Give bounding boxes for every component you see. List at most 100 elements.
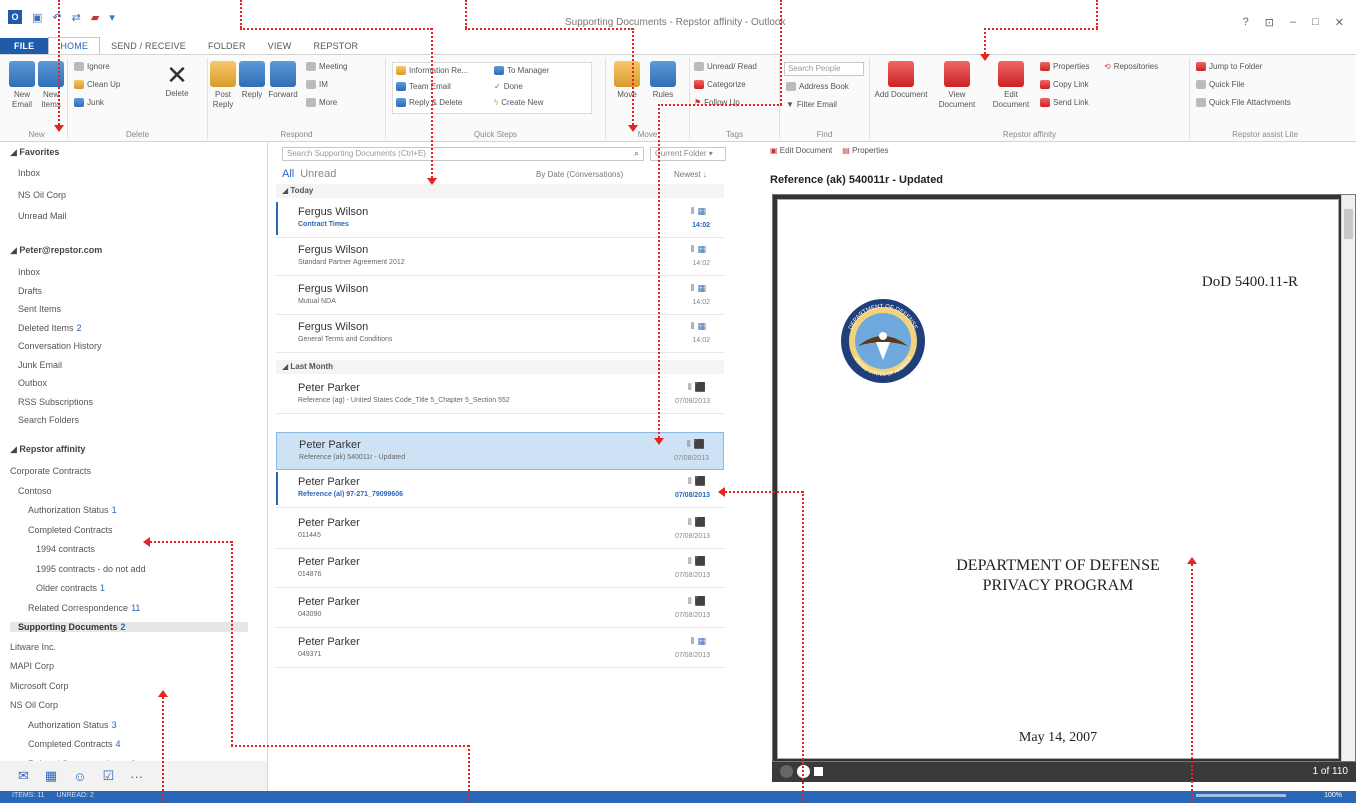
group-header-last-month[interactable]: ◢ Last Month bbox=[276, 360, 724, 374]
favorites-header[interactable]: ◢ Favorites bbox=[10, 147, 59, 158]
repstor-header[interactable]: ◢ Repstor affinity bbox=[10, 444, 85, 455]
folder-icon[interactable]: ▰ bbox=[91, 11, 99, 24]
search-input[interactable]: Search Supporting Documents (Ctrl+E) ⌕ bbox=[282, 147, 644, 161]
repstor-folder-item[interactable]: 1995 contracts - do not add bbox=[36, 564, 149, 574]
filter-all[interactable]: All bbox=[282, 168, 294, 180]
group-header-today[interactable]: ◢ Today bbox=[276, 184, 724, 198]
quick-step-reply-delete[interactable]: Reply & Delete bbox=[396, 98, 462, 107]
repstor-folder-item[interactable]: Supporting Documents 2 bbox=[10, 622, 248, 632]
message-item[interactable]: Fergus Wilson Mutual NDA 14:02 ⦀ ▦ bbox=[276, 277, 724, 315]
message-item[interactable]: Peter Parker 043090 07/08/2013 ⦀ ⬛ bbox=[276, 590, 724, 628]
quick-step-create-new[interactable]: ϟ Create New bbox=[494, 98, 543, 107]
account-folder-item[interactable]: RSS Subscriptions bbox=[18, 397, 96, 407]
favorite-ns-oil-corp[interactable]: NS Oil Corp bbox=[18, 190, 66, 200]
mail-icon[interactable]: ✉ bbox=[18, 768, 29, 784]
properties-button[interactable]: Properties bbox=[1040, 62, 1089, 71]
zoom-slider[interactable] bbox=[1196, 794, 1286, 797]
prev-page-icon[interactable] bbox=[780, 765, 793, 778]
account-folder-item[interactable]: Outbox bbox=[18, 378, 50, 388]
repstor-folder-item[interactable]: NS Oil Corp bbox=[10, 700, 61, 710]
reply-button[interactable]: Reply bbox=[239, 61, 265, 100]
send-link-button[interactable]: Send Link bbox=[1040, 98, 1089, 107]
account-header[interactable]: ◢ Peter@repstor.com bbox=[10, 245, 102, 256]
favorite-inbox[interactable]: Inbox bbox=[18, 168, 40, 178]
new-email-button[interactable]: New Email bbox=[8, 61, 36, 110]
edit-document-link[interactable]: ▣ Edit Document bbox=[770, 146, 832, 155]
account-folder-item[interactable]: Inbox bbox=[18, 267, 43, 277]
quick-file-button[interactable]: Quick File bbox=[1196, 80, 1245, 89]
minimize-button[interactable]: – bbox=[1290, 16, 1296, 29]
copy-link-button[interactable]: Copy Link bbox=[1040, 80, 1089, 89]
ignore-button[interactable]: Ignore bbox=[74, 62, 110, 71]
repstor-folder-item[interactable]: Litware Inc. bbox=[10, 642, 59, 652]
stop-icon[interactable] bbox=[814, 767, 823, 776]
meeting-button[interactable]: Meeting bbox=[306, 62, 347, 71]
account-folder-item[interactable]: Junk Email bbox=[18, 360, 65, 370]
forward-button[interactable]: Forward bbox=[266, 61, 300, 100]
repstor-folder-item[interactable]: Authorization Status 1 bbox=[28, 505, 117, 515]
search-icon[interactable]: ⌕ bbox=[634, 148, 639, 159]
repstor-folder-item[interactable]: Contoso bbox=[18, 486, 55, 496]
address-book-button[interactable]: Address Book bbox=[786, 82, 849, 91]
repstor-folder-item[interactable]: Related Correspondence 11 bbox=[28, 603, 140, 613]
jump-to-folder-button[interactable]: Jump to Folder bbox=[1196, 62, 1262, 71]
ribbon-options-button[interactable]: ⊡ bbox=[1265, 16, 1274, 29]
add-document-button[interactable]: Add Document bbox=[874, 61, 928, 100]
account-folder-item[interactable]: Conversation History bbox=[18, 341, 105, 351]
move-button[interactable]: Move bbox=[612, 61, 642, 100]
repstor-folder-item[interactable]: Authorization Status 3 bbox=[28, 720, 117, 730]
filter-unread[interactable]: Unread bbox=[300, 168, 336, 180]
repstor-folder-item[interactable]: Completed Contracts bbox=[28, 525, 116, 535]
close-button[interactable]: ✕ bbox=[1335, 16, 1344, 29]
message-item[interactable]: Fergus Wilson General Terms and Condition… bbox=[276, 315, 724, 353]
tab-send-receive[interactable]: SEND / RECEIVE bbox=[100, 38, 197, 54]
filter-email-button[interactable]: ▼ Filter Email bbox=[786, 100, 837, 109]
delete-button[interactable]: ✕ Delete bbox=[160, 61, 194, 99]
repstor-folder-item[interactable]: Completed Contracts 4 bbox=[28, 739, 121, 749]
repstor-folder-item[interactable]: Older contracts 1 bbox=[36, 583, 105, 593]
sort-by-dropdown[interactable]: By Date (Conversations) bbox=[536, 170, 623, 179]
scrollbar-thumb[interactable] bbox=[1344, 209, 1353, 239]
message-item[interactable]: Peter Parker Reference (ag) - United Stat… bbox=[276, 376, 724, 414]
maximize-button[interactable]: □ bbox=[1312, 16, 1319, 29]
repstor-folder-item[interactable]: Microsoft Corp bbox=[10, 681, 72, 691]
account-folder-item[interactable]: Drafts bbox=[18, 286, 45, 296]
help-button[interactable]: ? bbox=[1243, 16, 1249, 29]
document-scrollbar[interactable] bbox=[1341, 195, 1355, 761]
quick-step-team-email[interactable]: Team Email bbox=[396, 82, 451, 91]
message-item[interactable]: Peter Parker Reference (al) 97-271_790996… bbox=[276, 470, 724, 508]
account-folder-item[interactable]: Deleted Items 2 bbox=[18, 323, 82, 333]
unread-read-button[interactable]: Unread/ Read bbox=[694, 62, 757, 71]
send-receive-icon[interactable]: ⇄ bbox=[72, 11, 81, 24]
save-icon[interactable]: ▣ bbox=[32, 11, 42, 24]
account-folder-item[interactable]: Search Folders bbox=[18, 415, 82, 425]
tasks-icon[interactable]: ☑ bbox=[102, 768, 114, 784]
edit-document-button[interactable]: Edit Document bbox=[986, 61, 1036, 110]
junk-button[interactable]: Junk bbox=[74, 98, 104, 107]
properties-link[interactable]: ▤ Properties bbox=[842, 146, 888, 155]
view-document-button[interactable]: View Document bbox=[930, 61, 984, 110]
favorite-unread-mail[interactable]: Unread Mail bbox=[18, 211, 67, 221]
more-nav-icon[interactable]: ··· bbox=[130, 769, 143, 784]
account-folder-item[interactable]: Sent Items bbox=[18, 304, 64, 314]
more-button[interactable]: More bbox=[306, 98, 337, 107]
message-item[interactable]: Peter Parker 011445 07/08/2013 ⦀ ⬛ bbox=[276, 511, 724, 549]
search-people-input[interactable]: Search People bbox=[784, 62, 864, 76]
customize-qat-icon[interactable]: ▾ bbox=[109, 11, 115, 24]
tab-folder[interactable]: FOLDER bbox=[197, 38, 257, 54]
message-item[interactable]: Fergus Wilson Standard Partner Agreement … bbox=[276, 238, 724, 276]
tab-view[interactable]: VIEW bbox=[257, 38, 303, 54]
message-item[interactable]: Fergus Wilson Contract Times 14:02 ⦀ ▦ bbox=[276, 200, 724, 238]
zoom-level[interactable]: 100% bbox=[1324, 792, 1342, 799]
quick-step-to-manager[interactable]: To Manager bbox=[494, 66, 549, 75]
repstor-folder-item[interactable]: 1994 contracts bbox=[36, 544, 98, 554]
message-item[interactable]: Peter Parker 014876 07/08/2013 ⦀ ⬛ bbox=[276, 550, 724, 588]
clean-up-button[interactable]: Clean Up bbox=[74, 80, 120, 89]
search-scope-dropdown[interactable]: Current Folder ▾ bbox=[650, 147, 726, 161]
tab-file[interactable]: FILE bbox=[0, 38, 49, 54]
post-reply-button[interactable]: Post Reply bbox=[210, 61, 236, 110]
quick-file-attachments-button[interactable]: Quick File Attachments bbox=[1196, 98, 1291, 107]
calendar-icon[interactable]: ▦ bbox=[45, 768, 57, 784]
quick-step-done[interactable]: ✓ Done bbox=[494, 82, 523, 91]
repstor-folder-item[interactable]: MAPI Corp bbox=[10, 661, 57, 671]
